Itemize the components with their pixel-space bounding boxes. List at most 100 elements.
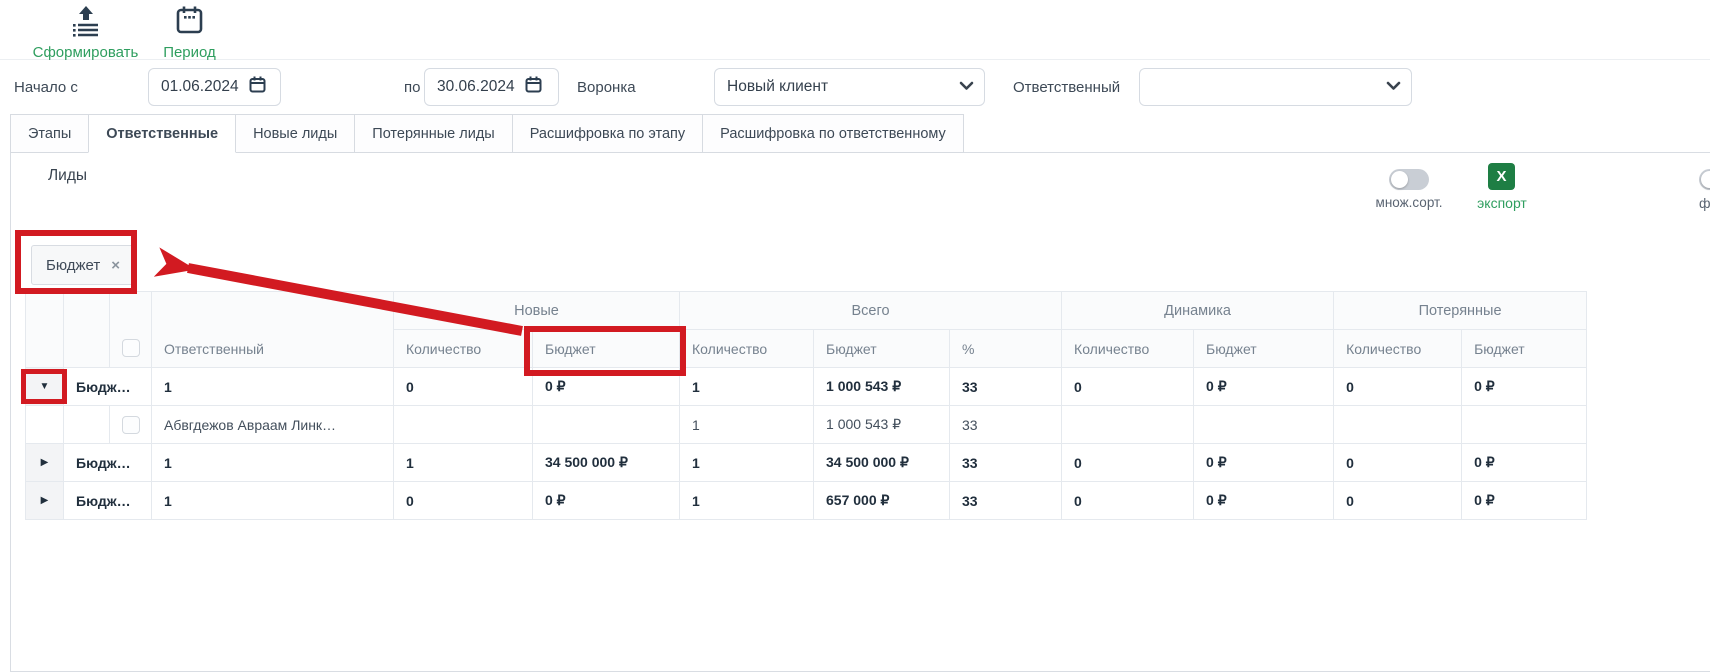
chevron-down-icon <box>959 78 974 96</box>
value-cell: 1 <box>680 482 814 520</box>
multisort-toggle[interactable] <box>1389 169 1429 190</box>
value-cell: 34 500 000 ₽ <box>814 444 950 482</box>
filters-toggle-partial[interactable] <box>1699 169 1710 190</box>
responsible-column-header[interactable]: Ответственный <box>152 292 394 368</box>
responsible-cell: 1 <box>152 444 394 482</box>
group-label-cell: Бюдж… <box>64 482 152 520</box>
start-date-value: 01.06.2024 <box>161 78 239 96</box>
calendar-icon <box>152 5 227 42</box>
column-header-2[interactable]: Бюджет <box>533 330 680 368</box>
value-cell <box>1462 406 1587 444</box>
excel-export-icon[interactable]: X <box>1488 163 1515 190</box>
column-header-6[interactable]: Количество <box>1062 330 1194 368</box>
calendar-icon[interactable] <box>525 76 542 98</box>
value-cell: 0 <box>1062 444 1194 482</box>
table-row: ▶Бюдж…100 ₽1657 000 ₽3300 ₽00 ₽ <box>26 482 1587 520</box>
table-row: ▶Бюдж…1134 500 000 ₽134 500 000 ₽3300 ₽0… <box>26 444 1587 482</box>
group-header-3: Потерянные <box>1334 292 1587 330</box>
value-cell <box>1194 406 1334 444</box>
expand-toggle[interactable]: ▶ <box>26 482 64 520</box>
chevron-down-icon <box>1386 78 1401 96</box>
column-header-3[interactable]: Количество <box>680 330 814 368</box>
value-cell: 0 ₽ <box>1462 482 1587 520</box>
tab-4[interactable]: Расшифровка по этапу <box>512 114 703 153</box>
value-cell: 0 <box>394 482 533 520</box>
toggle-knob <box>1391 171 1408 188</box>
value-cell <box>1062 406 1194 444</box>
panel-title: Лиды <box>48 167 87 185</box>
value-cell: 0 ₽ <box>1462 368 1587 406</box>
table-row: ▼Бюдж…100 ₽11 000 543 ₽3300 ₽00 ₽ <box>26 368 1587 406</box>
funnel-label: Воронка <box>577 79 636 96</box>
end-date-input[interactable]: 30.06.2024 <box>424 68 559 106</box>
tab-0[interactable]: Этапы <box>10 114 89 153</box>
period-button[interactable]: Период <box>152 5 227 62</box>
leads-table-wrapper: ОтветственныйНовыеВсегоДинамикаПотерянны… <box>25 291 1587 520</box>
value-cell: 1 000 543 ₽ <box>814 406 950 444</box>
tab-3[interactable]: Потерянные лиды <box>354 114 512 153</box>
funnel-select[interactable]: Новый клиент <box>714 68 985 106</box>
generate-report-label: Сформировать <box>33 44 139 61</box>
value-cell: 1 <box>394 444 533 482</box>
value-cell: 0 ₽ <box>1194 444 1334 482</box>
value-cell: 0 <box>1062 482 1194 520</box>
column-header-1[interactable]: Количество <box>394 330 533 368</box>
tab-2[interactable]: Новые лиды <box>235 114 355 153</box>
spacer-cell <box>64 406 110 444</box>
row-checkbox[interactable] <box>122 416 140 434</box>
expand-placeholder <box>26 406 64 444</box>
responsible-select[interactable] <box>1139 68 1412 106</box>
responsible-cell: Абвгдежов Авраам Линк… <box>152 406 394 444</box>
remove-tag-icon[interactable]: × <box>111 257 120 274</box>
filters-label-partial: фи <box>1699 195 1710 211</box>
column-header-5[interactable]: % <box>950 330 1062 368</box>
export-label[interactable]: экспорт <box>1466 195 1538 211</box>
tab-1[interactable]: Ответственные <box>88 114 236 153</box>
column-header-4[interactable]: Бюджет <box>814 330 950 368</box>
column-header-7[interactable]: Бюджет <box>1194 330 1334 368</box>
value-cell: 0 ₽ <box>533 482 680 520</box>
generate-report-icon <box>28 5 143 42</box>
value-cell: 0 ₽ <box>1194 482 1334 520</box>
group-header-0: Новые <box>394 292 680 330</box>
end-date-value: 30.06.2024 <box>437 78 515 96</box>
budget-filter-tag[interactable]: Бюджет × <box>31 245 135 285</box>
filter-row: Начало с 01.06.2024 по 30.06.2024 Воронк… <box>0 60 1710 114</box>
generate-report-button[interactable]: Сформировать <box>28 5 143 62</box>
value-cell: 33 <box>950 368 1062 406</box>
calendar-icon[interactable] <box>249 76 266 98</box>
leads-table: ОтветственныйНовыеВсегоДинамикаПотерянны… <box>25 291 1587 520</box>
group-header-2: Динамика <box>1062 292 1334 330</box>
top-toolbar: Сформировать Период <box>0 0 1710 60</box>
value-cell: 33 <box>950 444 1062 482</box>
value-cell: 1 <box>680 406 814 444</box>
period-label: Период <box>163 44 216 61</box>
expand-toggle[interactable]: ▶ <box>26 444 64 482</box>
value-cell: 0 ₽ <box>1462 444 1587 482</box>
group-label-cell: Бюдж… <box>64 444 152 482</box>
expand-toggle[interactable]: ▼ <box>26 368 64 406</box>
value-cell: 0 <box>394 368 533 406</box>
start-date-input[interactable]: 01.06.2024 <box>148 68 281 106</box>
value-cell: 1 <box>680 368 814 406</box>
toggle-knob <box>1701 171 1710 188</box>
column-header-9[interactable]: Бюджет <box>1462 330 1587 368</box>
value-cell: 0 <box>1334 482 1462 520</box>
group-label-cell: Бюдж… <box>64 368 152 406</box>
report-tabs: ЭтапыОтветственныеНовые лидыПотерянные л… <box>10 114 964 153</box>
end-date-label: по <box>404 79 420 96</box>
column-header-8[interactable]: Количество <box>1334 330 1462 368</box>
budget-filter-tag-label: Бюджет <box>46 257 100 274</box>
tab-5[interactable]: Расшифровка по ответственному <box>702 114 964 153</box>
value-cell: 0 ₽ <box>533 368 680 406</box>
table-row: Абвгдежов Авраам Линк… 11 000 543 ₽33 <box>26 406 1587 444</box>
spacer-column-header <box>64 292 110 368</box>
select-all-checkbox[interactable] <box>122 339 140 357</box>
value-cell: 1 <box>680 444 814 482</box>
value-cell: 0 <box>1062 368 1194 406</box>
value-cell: 33 <box>950 406 1062 444</box>
group-header-1: Всего <box>680 292 1062 330</box>
responsible-cell: 1 <box>152 482 394 520</box>
leads-panel: Лиды множ.сорт. X экспорт фи Бюджет × От… <box>10 152 1710 672</box>
select-all-cell <box>110 292 152 368</box>
